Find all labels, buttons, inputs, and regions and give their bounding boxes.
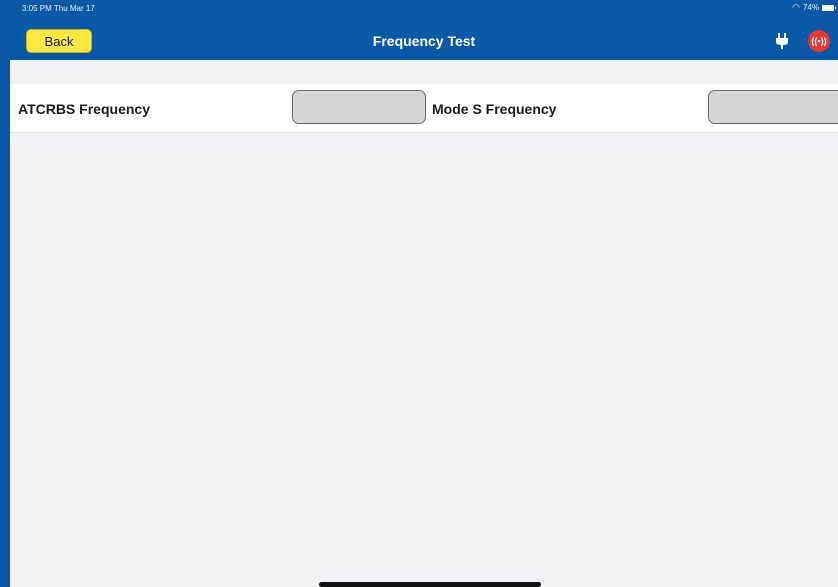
battery-percent: 74% <box>802 3 819 12</box>
battery-icon <box>822 4 836 11</box>
atcrbs-frequency-label: ATCRBS Frequency <box>18 101 150 117</box>
mode-s-frequency-input[interactable] <box>708 90 838 124</box>
atcrbs-frequency-input[interactable] <box>292 90 426 124</box>
plug-icon <box>776 33 788 49</box>
wifi-icon: ◠ <box>792 2 800 12</box>
mode-s-frequency-label: Mode S Frequency <box>432 101 557 117</box>
app-window: 3:05 PM Thu Mar 17 ◠ 74% Back Frequency … <box>0 0 838 587</box>
signal-icon[interactable]: ((•)) <box>808 30 830 52</box>
frequency-row: ATCRBS Frequency Mode S Frequency <box>10 84 838 133</box>
navigation-bar: 3:05 PM Thu Mar 17 ◠ 74% Back Frequency … <box>10 0 838 60</box>
status-time: 3:05 PM Thu Mar 17 <box>22 4 95 13</box>
status-indicators: ◠ 74% <box>792 2 836 12</box>
page-title: Frequency Test <box>372 33 476 49</box>
home-indicator[interactable] <box>319 582 541 587</box>
section-spacer <box>10 60 838 84</box>
